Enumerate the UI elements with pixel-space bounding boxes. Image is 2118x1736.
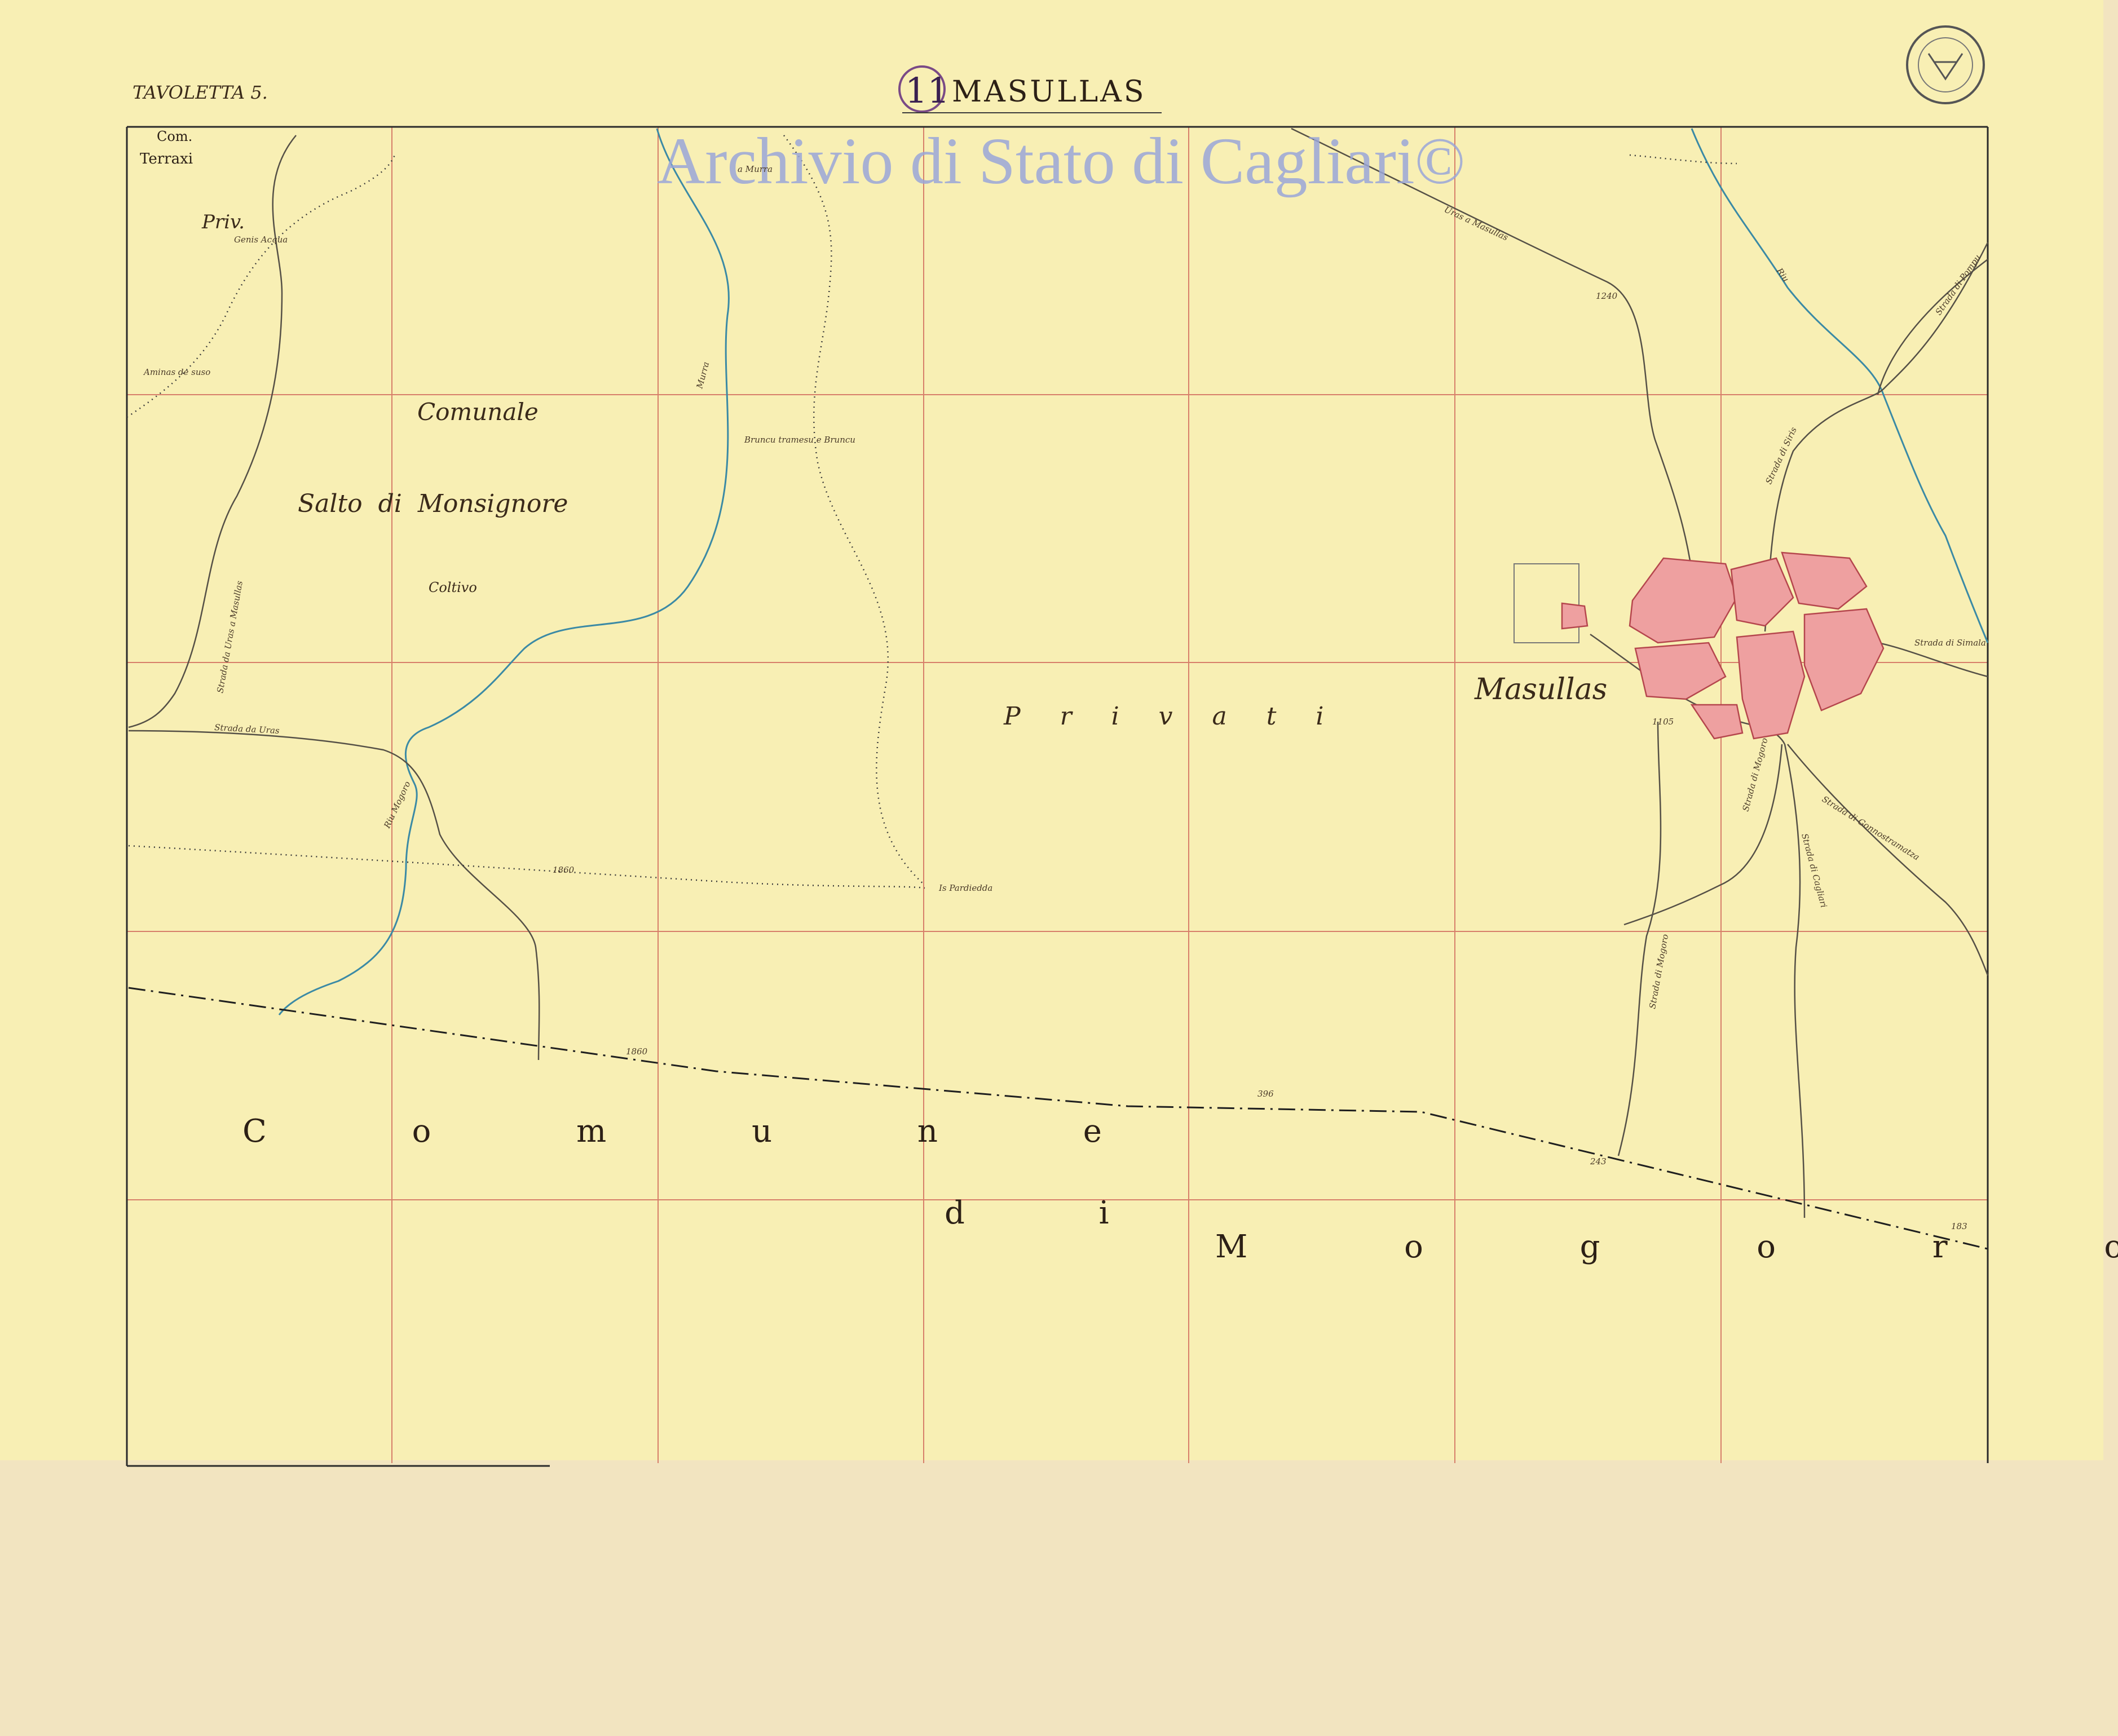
watermark: Archivio di Stato di Cagliari© bbox=[657, 124, 1465, 198]
label-a-murra: a Murra bbox=[738, 164, 773, 174]
label-masullas-town: Masullas bbox=[1474, 673, 1607, 706]
label-com: Com. bbox=[157, 129, 192, 144]
elevation-396: 396 bbox=[1257, 1089, 1274, 1099]
elevation-1860-b: 1860 bbox=[626, 1046, 648, 1057]
label-mogoro: M o g o r o bbox=[1215, 1229, 2118, 1265]
tavoletta-label: TAVOLETTA 5. bbox=[133, 82, 268, 103]
elevation-243: 243 bbox=[1590, 1156, 1607, 1167]
cadastral-map-sheet: Archivio di Stato di Cagliari© TAVOLETTA… bbox=[0, 0, 2118, 1736]
label-bruncu: Bruncu tramesu e Bruncu bbox=[744, 435, 855, 445]
label-comune: C o m u n e bbox=[242, 1113, 1170, 1150]
label-strada-di-simala: Strada di Simala bbox=[1914, 638, 1986, 648]
label-privati: P r i v a t i bbox=[1003, 702, 1339, 731]
purple-stamp: 11 bbox=[898, 65, 950, 113]
elevation-1240: 1240 bbox=[1596, 291, 1618, 301]
label-comunale: Comunale bbox=[417, 398, 539, 426]
elevation-1105: 1105 bbox=[1652, 717, 1674, 727]
stamp-number: 11 bbox=[905, 70, 950, 111]
label-is-pardiedda: Is Pardiedda bbox=[938, 883, 992, 893]
label-genis-acqua: Genis Acqua bbox=[234, 235, 288, 245]
label-salto: Salto di Monsignore bbox=[298, 489, 568, 518]
label-aminas: Aminas de suso bbox=[143, 367, 210, 377]
label-di: d i bbox=[945, 1195, 1171, 1231]
elevation-1860-a: 1860 bbox=[553, 865, 575, 875]
label-coltivo: Coltivo bbox=[429, 580, 477, 595]
label-terraxi: Terraxi bbox=[140, 151, 193, 167]
lower-margin bbox=[0, 1460, 2118, 1736]
label-priv: Priv. bbox=[201, 211, 245, 233]
sheet-title: MASULLAS bbox=[952, 75, 1146, 109]
